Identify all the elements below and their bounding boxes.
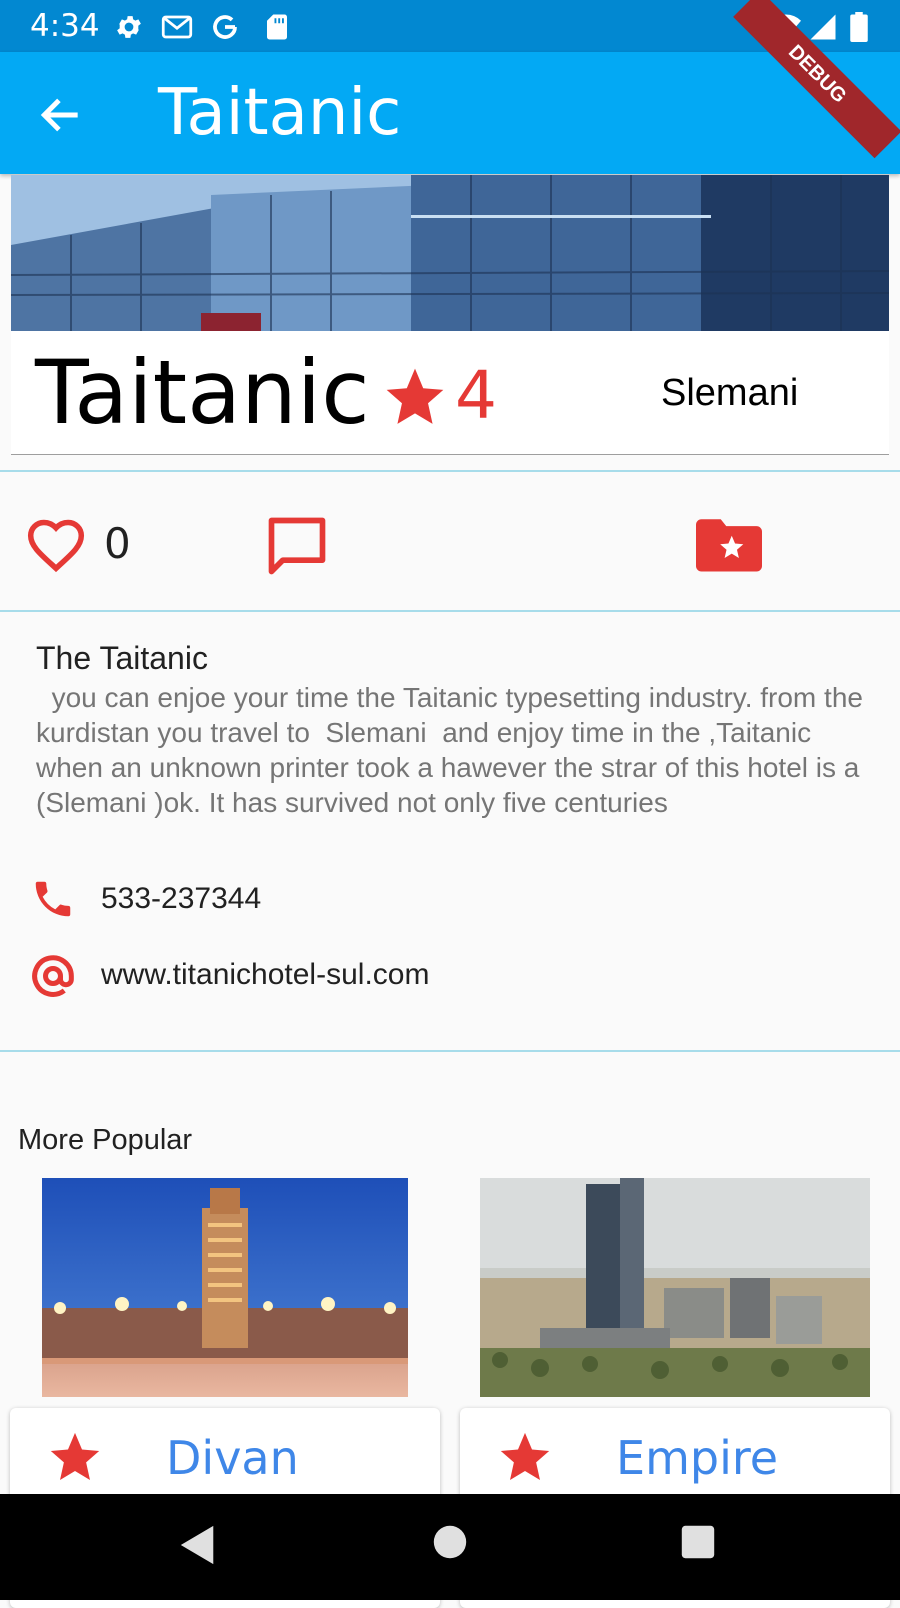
phone-icon[interactable] — [30, 876, 76, 922]
star-icon — [386, 368, 444, 424]
status-time: 4:34 — [30, 8, 100, 44]
star-icon — [50, 1432, 100, 1480]
description-title: The Taitanic — [36, 640, 208, 676]
divider — [0, 1050, 900, 1052]
nav-back-icon[interactable] — [178, 1524, 218, 1566]
heart-outline-icon[interactable] — [22, 512, 90, 578]
description-body: you can enjoe your time the Taitanic typ… — [36, 682, 871, 818]
divider — [0, 470, 900, 472]
google-icon — [213, 15, 237, 39]
gmail-icon — [161, 15, 193, 39]
hotel-image — [11, 175, 889, 331]
sd-card-icon — [267, 14, 287, 40]
phone-number[interactable]: 533-237344 — [101, 881, 261, 917]
hotel-hero-card: Taitanic 4 Slemani — [11, 175, 889, 455]
popular-hotel-name[interactable]: Empire — [616, 1430, 778, 1486]
settings-icon — [117, 16, 141, 38]
website-link[interactable]: www.titanichotel-sul.com — [101, 957, 429, 993]
hotel-name: Taitanic — [35, 341, 370, 444]
more-popular-title: More Popular — [18, 1124, 193, 1156]
battery-icon — [850, 12, 868, 42]
star-icon — [500, 1432, 550, 1480]
popular-hotel-image[interactable] — [42, 1178, 408, 1397]
nav-recents-icon[interactable] — [680, 1524, 716, 1560]
divider — [0, 610, 900, 612]
system-nav-bar — [0, 1494, 900, 1600]
nav-home-icon[interactable] — [432, 1524, 468, 1560]
rating-value: 4 — [455, 357, 497, 434]
app-bar: Taitanic — [0, 52, 900, 174]
folder-star-icon[interactable] — [696, 516, 762, 572]
arrow-back-icon[interactable] — [36, 90, 86, 140]
popular-hotel-name[interactable]: Divan — [166, 1430, 299, 1486]
at-sign-icon[interactable] — [28, 951, 78, 1001]
signal-icon — [810, 14, 836, 40]
comment-icon[interactable] — [262, 512, 332, 580]
popular-hotel-image[interactable] — [480, 1178, 870, 1397]
app-bar-title: Taitanic — [158, 76, 402, 150]
hotel-city: Slemani — [661, 372, 799, 414]
like-count: 0 — [104, 519, 131, 568]
